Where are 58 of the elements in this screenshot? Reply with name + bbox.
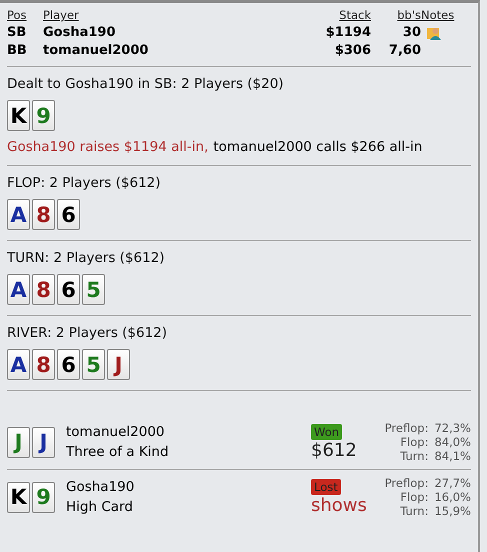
street-title: RIVER: 2 Players ($612): [7, 325, 168, 341]
street-title: TURN: 2 Players ($612): [7, 250, 165, 266]
street-title: FLOP: 2 Players ($612): [7, 175, 161, 191]
column-header[interactable]: Player: [43, 8, 79, 22]
playing-card: 5: [82, 274, 105, 305]
playing-card: A: [7, 274, 30, 305]
result-amount: shows: [311, 494, 367, 516]
column-header[interactable]: Pos: [7, 8, 27, 22]
equity-label: Turn:: [400, 449, 428, 463]
street-title: Dealt to Gosha190 in SB: 2 Players ($20): [7, 76, 284, 92]
playing-card: K: [7, 100, 30, 131]
player-cell: Gosha190: [43, 25, 116, 40]
playing-card: J: [7, 426, 30, 458]
playing-card: 6: [57, 274, 80, 305]
playing-card: 9: [32, 100, 55, 131]
hand-rank: High Card: [66, 498, 134, 517]
playing-card: 5: [82, 349, 105, 380]
playing-card: K: [7, 482, 30, 512]
hand-rank: Three of a Kind: [66, 443, 170, 462]
player-name: Gosha190: [66, 478, 136, 497]
equity-label: Flop:: [400, 435, 428, 449]
column-header[interactable]: Stack: [339, 8, 371, 22]
player-cell: tomanuel2000: [43, 43, 148, 58]
equity-value: 72,3%: [434, 421, 471, 435]
column-header[interactable]: Notes: [421, 8, 454, 22]
action-text: tomanuel2000 calls $266 all-in: [213, 139, 422, 155]
stack-cell: $1194: [326, 25, 371, 40]
result-badge: Lost: [311, 478, 341, 494]
playing-card: J: [32, 426, 55, 458]
equity-label: Flop:: [400, 490, 428, 504]
playing-card: J: [107, 349, 130, 380]
result-badge: Won: [311, 424, 342, 440]
result-amount: $612: [311, 440, 357, 460]
action-text: Gosha190 raises $1194 all-in,: [7, 139, 208, 155]
playing-card: 8: [32, 199, 55, 230]
column-header[interactable]: bb's: [397, 8, 421, 22]
equity-value: 84,0%: [434, 435, 471, 449]
playing-card: 8: [32, 349, 55, 380]
playing-card: A: [7, 349, 30, 380]
playing-card: 9: [32, 482, 55, 512]
equity-value: 15,9%: [434, 504, 471, 518]
equity-value: 16,0%: [434, 490, 471, 504]
playing-card: A: [7, 199, 30, 230]
equity-label: Preflop:: [384, 421, 428, 435]
user-note-icon[interactable]: [427, 26, 442, 40]
playing-card: 6: [57, 349, 80, 380]
player-name: tomanuel2000: [66, 423, 166, 442]
position-cell: SB: [7, 25, 26, 40]
big-blinds-cell: 30: [402, 25, 421, 40]
playing-card: 6: [57, 199, 80, 230]
big-blinds-cell: 7,60: [388, 43, 421, 58]
position-cell: BB: [7, 43, 27, 58]
equity-value: 84,1%: [434, 449, 471, 463]
equity-label: Preflop:: [384, 476, 428, 490]
playing-card: 8: [32, 274, 55, 305]
stack-cell: $306: [334, 43, 371, 58]
equity-value: 27,7%: [434, 476, 471, 490]
equity-label: Turn:: [400, 504, 428, 518]
